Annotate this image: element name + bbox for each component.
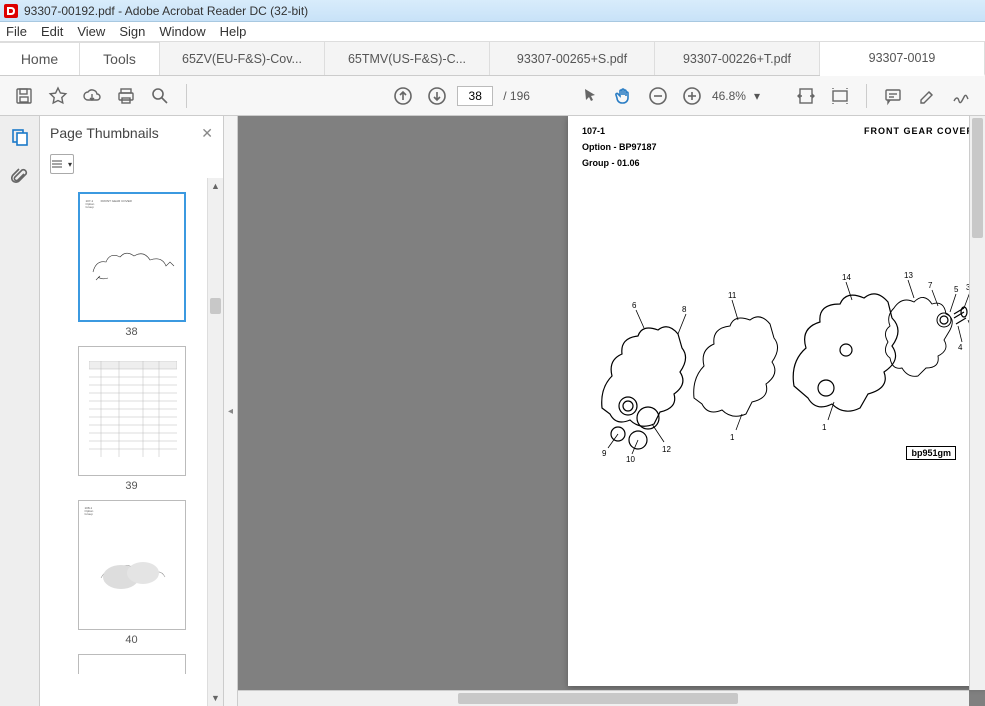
thumbnails-icon[interactable] [9, 126, 31, 148]
page-down-icon[interactable] [423, 82, 451, 110]
svg-text:6: 6 [632, 301, 637, 310]
svg-text:1: 1 [730, 433, 735, 442]
panel-title: Page Thumbnails [50, 125, 159, 141]
star-icon[interactable] [44, 82, 72, 110]
svg-text:1: 1 [822, 423, 827, 432]
window-title-bar: 93307-00192.pdf - Adobe Acrobat Reader D… [0, 0, 985, 22]
page-total: / 196 [503, 89, 530, 103]
scroll-down-icon[interactable]: ▼ [208, 690, 223, 706]
print-icon[interactable] [112, 82, 140, 110]
close-panel-icon[interactable]: ✕ [201, 125, 213, 142]
search-icon[interactable] [146, 82, 174, 110]
doc-group: Group - 01.06 [582, 158, 974, 168]
svg-text:12: 12 [662, 445, 671, 454]
zoom-out-icon[interactable] [644, 82, 672, 110]
menu-edit[interactable]: Edit [41, 24, 63, 39]
zoom-level[interactable]: 46.8%▾ [712, 89, 760, 103]
scroll-handle-h[interactable] [458, 693, 738, 704]
thumbnails-scrollbar[interactable]: ▲ ▼ [207, 178, 223, 706]
viewer-scrollbar-horizontal[interactable] [238, 690, 969, 706]
svg-text:8: 8 [682, 305, 687, 314]
svg-text:5: 5 [954, 285, 959, 294]
panel-header: Page Thumbnails ✕ [40, 116, 223, 150]
svg-text:11: 11 [728, 291, 737, 300]
attachment-icon[interactable] [9, 166, 31, 188]
tab-tools[interactable]: Tools [80, 42, 160, 75]
doc-tab-2[interactable]: 93307-00265+S.pdf [490, 42, 655, 75]
fit-width-icon[interactable] [792, 82, 820, 110]
toolbar-divider-2 [866, 84, 867, 108]
panel-toolbar: ▾ [40, 150, 223, 178]
thumbnail-40[interactable]: 108-1OptionGroup 40 [78, 500, 186, 646]
doc-tab-0[interactable]: 65ZV(EU-F&S)-Cov... [160, 42, 325, 75]
svg-text:13: 13 [904, 271, 913, 280]
menu-help[interactable]: Help [220, 24, 247, 39]
menu-bar: File Edit View Sign Window Help [0, 22, 985, 42]
document-viewer[interactable]: 107-1 FRONT GEAR COVER Option - BP97187 … [238, 116, 985, 706]
scroll-handle[interactable] [210, 298, 221, 314]
menu-file[interactable]: File [6, 24, 27, 39]
window-title: 93307-00192.pdf - Adobe Acrobat Reader D… [24, 4, 308, 18]
menu-view[interactable]: View [77, 24, 105, 39]
app-icon [4, 4, 18, 18]
svg-text:10: 10 [626, 455, 635, 464]
pointer-icon[interactable] [576, 82, 604, 110]
toolbar: / 196 46.8%▾ [0, 76, 985, 116]
comment-icon[interactable] [879, 82, 907, 110]
pdf-page: 107-1 FRONT GEAR COVER Option - BP97187 … [568, 116, 985, 686]
main-area: Page Thumbnails ✕ ▾ 107-1 FRONT GEAR COV… [0, 116, 985, 706]
scroll-up-icon[interactable]: ▲ [208, 178, 223, 194]
thumbnails-panel: Page Thumbnails ✕ ▾ 107-1 FRONT GEAR COV… [40, 116, 224, 706]
page-up-icon[interactable] [389, 82, 417, 110]
panel-options-icon[interactable]: ▾ [50, 154, 74, 174]
collapse-panel-icon[interactable]: ◂ [224, 116, 238, 706]
tab-home[interactable]: Home [0, 42, 80, 75]
svg-text:14: 14 [842, 273, 851, 282]
highlight-icon[interactable] [913, 82, 941, 110]
toolbar-divider [186, 84, 187, 108]
thumb-num-40: 40 [78, 634, 186, 646]
cloud-icon[interactable] [78, 82, 106, 110]
tab-bar: Home Tools 65ZV(EU-F&S)-Cov... 65TMV(US-… [0, 42, 985, 76]
svg-text:4: 4 [958, 343, 963, 352]
thumbnails-list: 107-1 FRONT GEAR COVEROptionGroup 38 39 … [40, 178, 223, 706]
doc-tab-3[interactable]: 93307-00226+T.pdf [655, 42, 820, 75]
hand-icon[interactable] [610, 82, 638, 110]
scroll-handle-v[interactable] [972, 118, 983, 238]
thumbnail-41[interactable] [78, 654, 186, 674]
fit-page-icon[interactable] [826, 82, 854, 110]
page-ref: 107-1 [582, 126, 605, 136]
svg-text:7: 7 [928, 281, 933, 290]
thumbnail-38[interactable]: 107-1 FRONT GEAR COVEROptionGroup 38 [78, 192, 186, 338]
page-title: FRONT GEAR COVER [864, 126, 974, 136]
drawing-ref: bp951gm [906, 446, 956, 460]
thumb-num-39: 39 [78, 480, 186, 492]
doc-tab-1[interactable]: 65TMV(US-F&S)-C... [325, 42, 490, 75]
zoom-in-icon[interactable] [678, 82, 706, 110]
thumbnail-39[interactable]: 39 [78, 346, 186, 492]
technical-drawing: 6 8 11 14 13 7 5 3 2 4 1 1 12 10 [582, 248, 974, 468]
menu-sign[interactable]: Sign [119, 24, 145, 39]
doc-option: Option - BP97187 [582, 142, 974, 152]
page-number-input[interactable] [457, 86, 493, 106]
svg-text:9: 9 [602, 449, 607, 458]
doc-tab-4[interactable]: 93307-0019 [820, 42, 985, 76]
sign-icon[interactable] [947, 82, 975, 110]
left-rail [0, 116, 40, 706]
save-icon[interactable] [10, 82, 38, 110]
viewer-scrollbar-vertical[interactable] [969, 116, 985, 690]
menu-window[interactable]: Window [159, 24, 205, 39]
thumb-num-38: 38 [78, 326, 186, 338]
